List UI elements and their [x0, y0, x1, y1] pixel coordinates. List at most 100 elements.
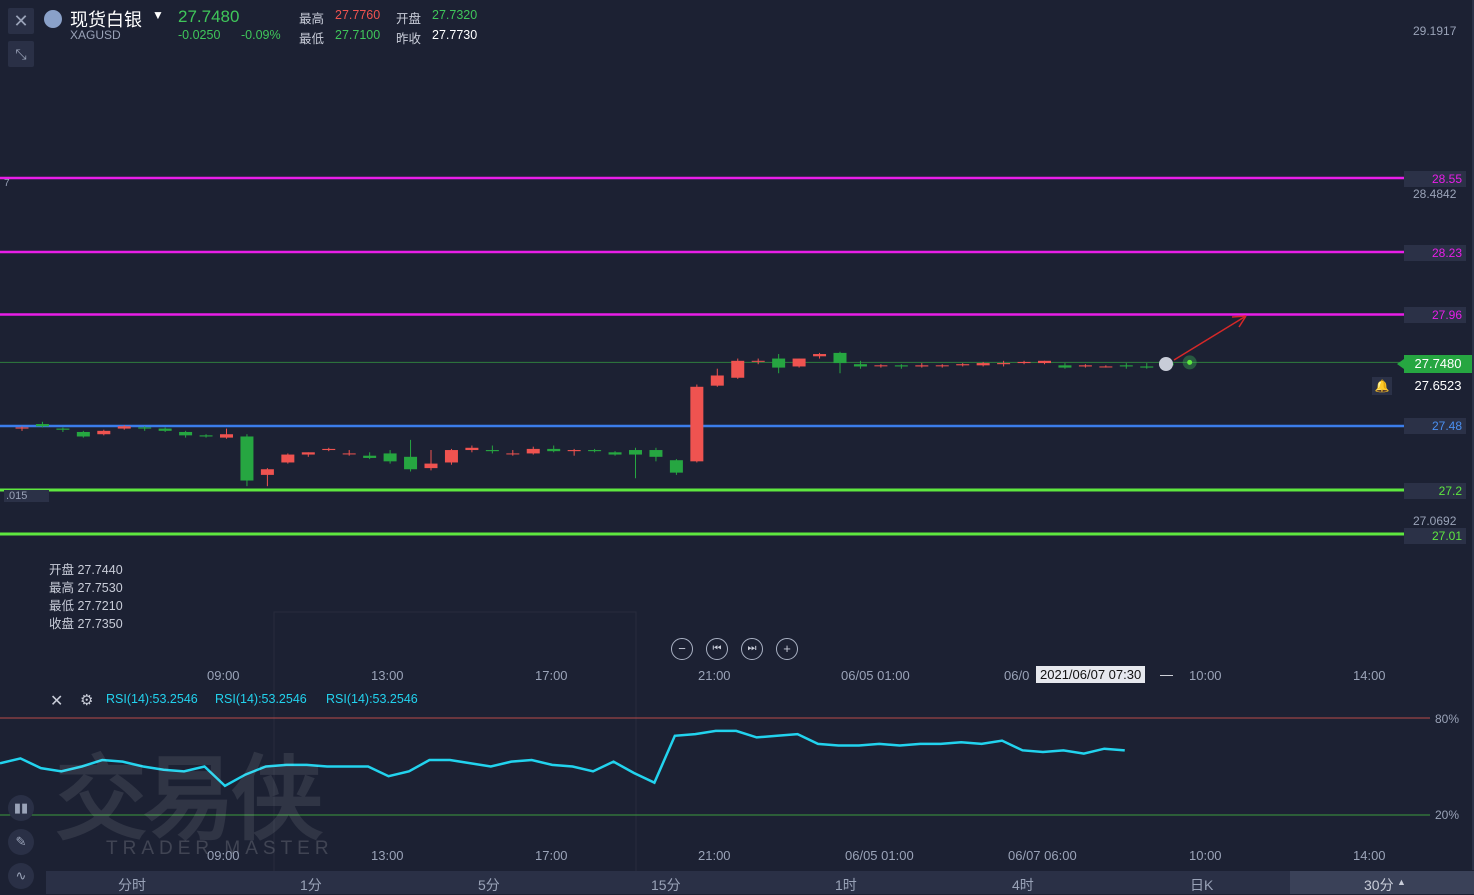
close-indicator-icon[interactable]: ✕: [50, 691, 63, 711]
hover-open: 开盘 27.7440: [49, 563, 123, 577]
open-value: 27.7320: [432, 8, 478, 22]
rsi-label: RSI(14):53.2546: [106, 692, 198, 706]
prev-close-value: 27.7730: [432, 28, 478, 42]
candle-body: [424, 463, 438, 469]
candle-body: [485, 450, 499, 452]
candle-body: [15, 427, 29, 429]
line-chart-icon[interactable]: ∿: [8, 863, 34, 889]
tab-timeframe[interactable]: 1时: [835, 875, 857, 895]
price-axis-low: 27.0692: [1413, 514, 1457, 528]
time-label: 13:00: [371, 668, 404, 683]
tab-timeframe[interactable]: 1分: [300, 875, 322, 895]
symbol-code: XAGUSD: [70, 28, 121, 42]
candle-body: [199, 435, 213, 437]
crosshair-time-label: 2021/06/07 07:30: [1036, 666, 1146, 683]
time-label: 06/0: [1004, 668, 1030, 683]
candle-body: [444, 450, 458, 463]
candle-body: [1119, 365, 1133, 367]
candle-body: [669, 460, 683, 473]
rsi-time-label: 13:00: [371, 848, 404, 863]
candle-body: [915, 365, 929, 367]
tab-timeframe[interactable]: 5分: [478, 875, 500, 895]
left-stub-bottom: .015: [4, 490, 50, 502]
candle-body: [281, 454, 295, 463]
candle-body: [608, 452, 622, 455]
candle-body: [465, 447, 479, 451]
candle-body: [1058, 365, 1072, 368]
candle-body: [629, 450, 642, 455]
time-label: 10:00: [1189, 668, 1222, 683]
level-tag-3: 27.96: [1404, 307, 1466, 323]
rsi-label: RSI(14):53.2546: [326, 692, 418, 706]
candle-body: [935, 365, 949, 367]
zoom-in-icon[interactable]: +: [776, 638, 798, 660]
prev-close-label: 昨收: [396, 32, 422, 46]
tab-timeframe[interactable]: 4时: [1012, 875, 1034, 895]
skip-back-icon[interactable]: ⏮: [706, 638, 728, 660]
candle-body: [588, 450, 602, 452]
candle-body: [813, 354, 827, 357]
left-stub-top: 7: [4, 178, 10, 189]
candle-body: [792, 358, 806, 367]
candle-body: [117, 426, 131, 429]
current-price: 27.7480: [178, 7, 240, 26]
tab-timeframe[interactable]: 15分: [651, 875, 681, 895]
time-label: 14:00: [1353, 668, 1386, 683]
open-label: 开盘: [396, 12, 422, 26]
price-axis-mid: 28.4842: [1413, 187, 1457, 201]
candle-body: [690, 386, 704, 462]
rsi-time-label: 06/07 06:00: [1008, 848, 1077, 863]
rsi-time-label: 06/05 01:00: [845, 848, 914, 863]
close-icon[interactable]: ✕: [8, 8, 34, 34]
rsi-time-label: 14:00: [1353, 848, 1386, 863]
hover-low: 最低 27.7210: [49, 599, 123, 613]
current-price-tag: 27.7480: [1404, 355, 1472, 373]
tab-timeframe[interactable]: 日K: [1190, 875, 1213, 895]
candle-body: [649, 450, 663, 457]
crosshair-dash: —: [1160, 667, 1173, 682]
candle-body: [97, 430, 111, 435]
rsi-time-label: 09:00: [207, 848, 240, 863]
timeframe-bar: [46, 871, 1474, 894]
candle-body: [383, 453, 397, 462]
high-value: 27.7760: [335, 8, 381, 22]
candle-body: [260, 469, 274, 475]
caret-up-icon[interactable]: ▲: [1397, 877, 1406, 887]
candle-body: [56, 428, 70, 430]
candle-body: [976, 363, 990, 366]
tab-timeframe-active[interactable]: 30分: [1364, 875, 1394, 895]
candle-body: [526, 448, 540, 454]
pencil-icon[interactable]: ✎: [8, 829, 34, 855]
candle-body: [179, 431, 193, 436]
candle-body: [322, 448, 336, 451]
rsi-time-label: 17:00: [535, 848, 568, 863]
candle-body: [567, 450, 581, 452]
candle-body: [853, 364, 867, 367]
indicators-icon[interactable]: ▮▮: [8, 795, 34, 821]
settings-icon[interactable]: ⚙: [80, 691, 93, 709]
candle-body: [506, 453, 520, 455]
rsi-lower-label: 20%: [1435, 808, 1460, 822]
collapse-icon[interactable]: ⤡: [8, 41, 34, 67]
price-axis-top: 29.1917: [1413, 24, 1457, 38]
skip-forward-icon[interactable]: ⏭: [741, 638, 763, 660]
chevron-down-icon[interactable]: ▼: [152, 8, 164, 22]
candle-body: [833, 352, 847, 364]
candle-body: [751, 360, 765, 362]
zoom-out-icon[interactable]: −: [671, 638, 693, 660]
rsi-upper-label: 80%: [1435, 712, 1460, 726]
candle-body: [342, 453, 356, 455]
candle-body: [76, 431, 90, 437]
silver-logo-icon: [44, 10, 62, 28]
price-change: -0.0250: [178, 28, 221, 42]
candle-body: [874, 365, 888, 367]
alert-price[interactable]: 27.6523: [1404, 377, 1472, 395]
candle-body: [547, 448, 561, 452]
tab-timeframe[interactable]: 分时: [118, 875, 146, 895]
candle-body: [1099, 366, 1113, 368]
level-tag-6: 27.01: [1404, 528, 1466, 544]
candle-body: [220, 434, 233, 438]
candle-body: [1140, 366, 1154, 368]
candle-body: [1038, 360, 1051, 364]
bell-icon[interactable]: 🔔: [1372, 377, 1392, 395]
